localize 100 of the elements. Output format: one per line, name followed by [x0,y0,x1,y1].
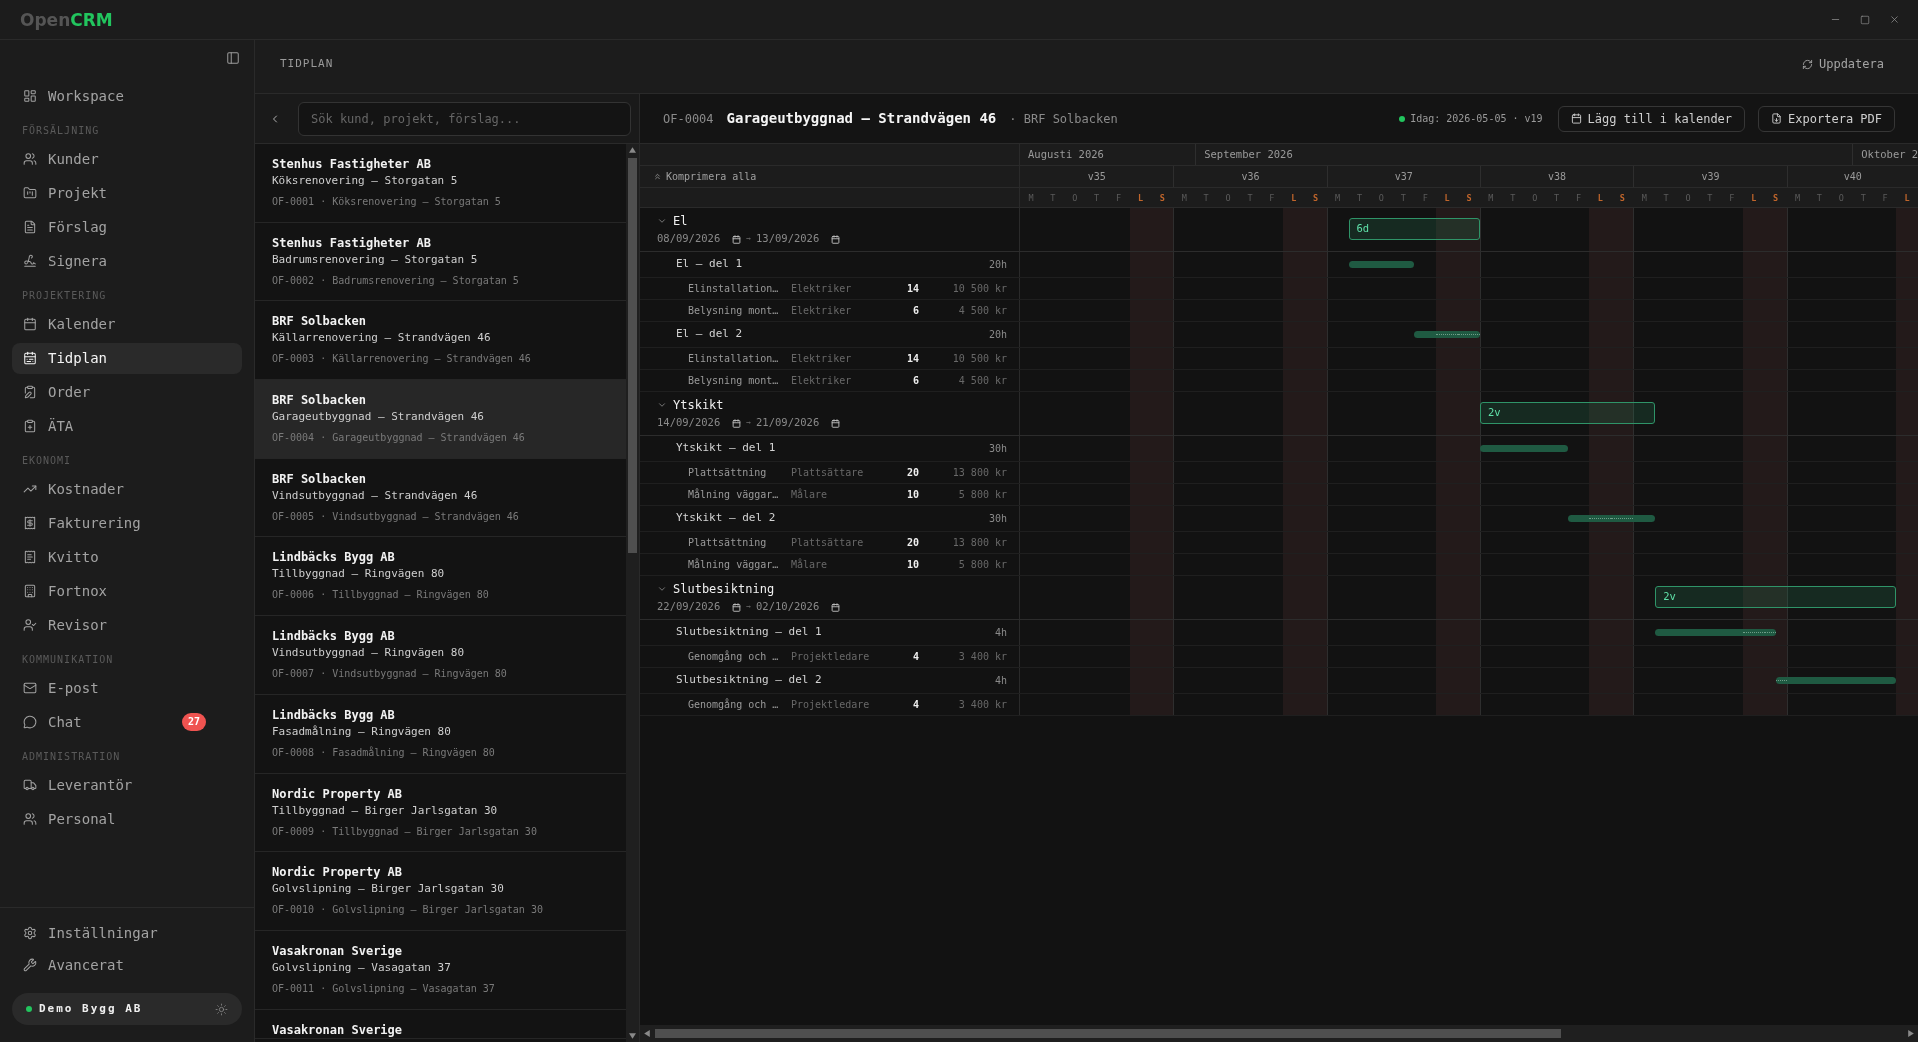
week-label: v35 [1086,170,1107,184]
sidebar-item[interactable]: Inställningar [12,917,242,948]
project-list-item[interactable]: BRF Solbacken Garageutbyggnad — Strandvägen 46 OF-0004 · Garageutbyggnad — Strandvägen 46 [255,380,626,459]
section-heading: KOMMUNIKATION [21,652,115,667]
project-reference: OF-0008 · Fasadmålning — Ringvägen 80 [272,745,496,760]
project-name: Köksrenovering — Storgatan 5 [272,173,459,189]
app-logo: OpenCRM [20,9,113,30]
sidebar-item[interactable]: Personal [12,803,242,835]
customer-name: Stenhus Fastigheter AB [272,156,432,172]
sidebar-item[interactable]: Projekt [12,177,242,209]
hours-text: 4h [994,626,1007,640]
task-name: Plattsättning [688,466,768,480]
project-name: Badrumsrenovering — Storgatan 5 [272,251,479,268]
mail-icon [23,681,37,695]
status-dot-icon [1399,115,1406,122]
sidebar-item[interactable]: Signera [12,245,242,277]
month-label: Oktober 2 [1852,144,1918,165]
month-label: September 2026 [1195,144,1853,165]
phase-bar[interactable]: 2v [1479,402,1656,424]
quantity-text: 4 [911,698,919,712]
clipboard-plus-icon [23,419,37,433]
collapse-all-button[interactable]: Komprimera alla [653,169,757,184]
chevron-down-icon[interactable] [657,400,667,410]
sun-icon[interactable] [215,1002,228,1016]
project-reference: OF-0003 · Källarrenovering — Strandvägen 46 [272,352,532,367]
part-name: El — del 2 [676,326,743,343]
truck-icon [23,778,37,792]
project-name: Tillbyggnad — Ringvägen 80 [272,566,446,583]
maximize-icon[interactable] [1860,14,1870,25]
task-bar[interactable] [1567,515,1656,522]
date-field[interactable]: 22/09/2026 [657,599,742,615]
scroll-left-icon[interactable] [644,1030,650,1037]
sidebar-item[interactable]: Fakturering [12,507,242,539]
sidebar-item[interactable]: Fortnox [12,575,242,607]
cost-text: 3 400 kr [957,650,1007,664]
sidebar-toggle-icon[interactable] [226,51,240,65]
sidebar-item[interactable]: E-post [12,672,242,704]
phase-bar[interactable]: 2v [1655,586,1897,608]
chevron-down-icon[interactable] [657,584,667,594]
scrollbar-thumb[interactable] [628,158,637,553]
role-text: Elektriker [791,282,853,296]
sidebar-item[interactable]: Workspace [12,80,242,112]
receipt-icon [23,516,37,530]
close-icon[interactable] [1889,14,1900,25]
date-field[interactable]: 14/09/2026 [657,415,742,431]
status-dot-icon [26,1006,32,1012]
project-reference: OF-0009 · Tillbyggnad — Birger Jarlsgatan 30 [272,824,538,839]
month-label: Augusti 2026 [1027,146,1105,162]
task-bar[interactable] [1414,331,1480,338]
week-label: v36 [1173,166,1327,187]
task-bar[interactable] [1655,629,1776,636]
sidebar-item[interactable]: ÄTA [12,410,242,442]
scrollbar[interactable] [640,1025,1918,1042]
calendar-icon [831,234,841,244]
project-name: Golvslipning — Birger Jarlsgatan 30 [272,881,505,898]
sidebar-item[interactable]: Avancerat [12,949,242,980]
cost-text: 4 500 kr [957,374,1007,388]
task-name: Plattsättning [688,536,768,550]
scroll-up-icon[interactable] [629,147,636,153]
customer-name: · BRF Solbacken [1009,110,1118,128]
cost-text: 10 500 kr [951,282,1007,296]
sidebar-item[interactable]: Förslag [12,211,242,243]
sidebar-item[interactable]: Revisor [12,609,242,641]
user-check-icon [23,618,37,632]
customer-name: Lindbäcks Bygg AB [272,628,396,645]
sidebar-item[interactable]: Tidplan [12,342,242,374]
calendar-icon [831,602,841,612]
scroll-right-icon[interactable] [1908,1030,1914,1037]
date-field[interactable]: 21/09/2026 [756,415,841,431]
part-name: Ytskikt — del 1 [676,440,776,457]
scroll-down-icon[interactable] [629,1033,636,1039]
sidebar-item[interactable]: Chat 27 [12,706,242,738]
phase-bar[interactable]: 6d [1348,218,1480,240]
scrollbar-thumb[interactable] [655,1029,1562,1038]
refresh-button[interactable]: Uppdatera [1801,55,1884,73]
role-text: Målare [791,487,829,502]
date-field[interactable]: 02/10/2026 [756,599,841,615]
calendar-button[interactable]: Lägg till i kalender [1557,105,1746,132]
dashboard-icon [23,89,37,103]
day-label: M [1488,192,1494,203]
company-name: Demo Bygg AB [39,1000,144,1017]
export-button[interactable]: Exportera PDF [1758,105,1895,132]
role-text: Elektriker [791,304,853,318]
role-text: Elektriker [791,352,853,366]
sidebar-item[interactable]: Order [12,376,242,408]
sidebar-item[interactable]: Leverantör [12,769,242,801]
customer-name: Lindbäcks Bygg AB [272,549,396,566]
project-reference: OF-0007 · Vindsutbyggnad — Ringvägen 80 [272,667,508,682]
date-field[interactable]: 08/09/2026 [657,231,742,247]
sidebar-item[interactable]: Kalender [12,308,242,340]
chevron-down-icon[interactable] [657,216,667,226]
hours-text: 20h [988,328,1007,342]
users-icon [23,812,37,826]
sidebar-item[interactable]: Kostnader [12,473,242,505]
search-field[interactable]: Sök kund, projekt, förslag... [298,101,631,136]
sidebar-item[interactable]: Kunder [12,143,242,175]
wrench-icon [23,957,37,972]
sidebar-item[interactable]: Kvitto [12,541,242,573]
scrollbar[interactable] [626,144,639,1042]
date-field[interactable]: 13/09/2026 [756,231,841,247]
